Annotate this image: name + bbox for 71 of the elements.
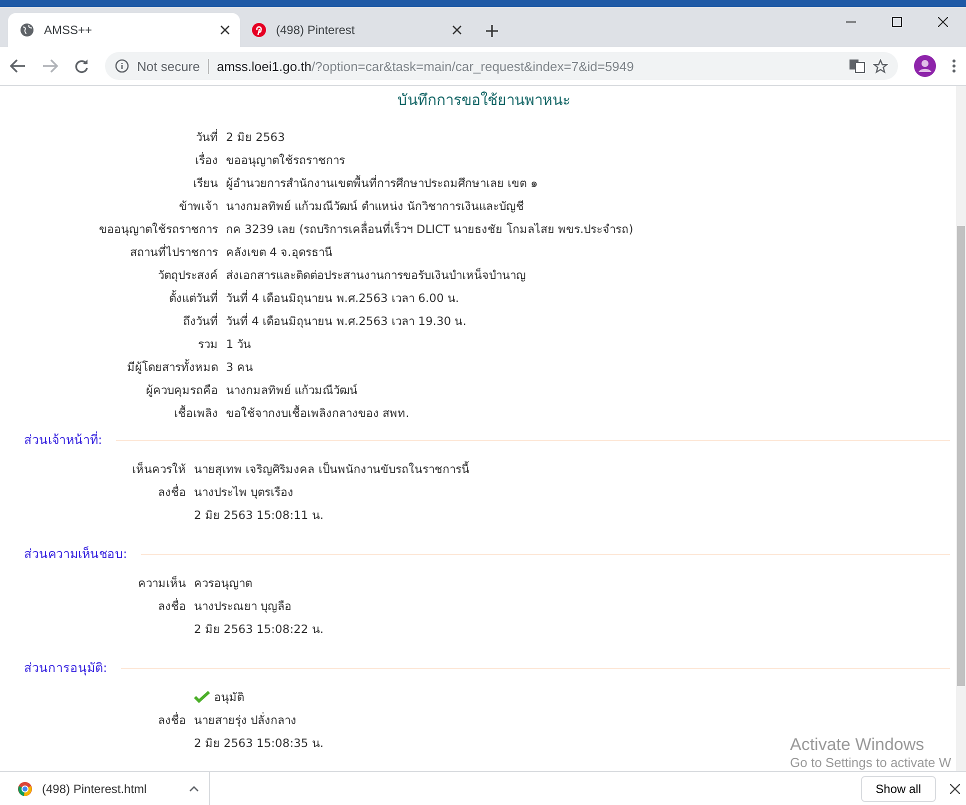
close-icon[interactable] bbox=[220, 25, 230, 35]
activation-title: Activate Windows bbox=[790, 735, 926, 755]
field-value: ควรอนุญาต bbox=[194, 575, 252, 592]
download-item[interactable]: (498) Pinterest.html bbox=[0, 772, 210, 805]
field-value: ผู้อำนวยการสำนักงานเขตพื้นที่การศึกษาประถมศึกษาเลย เขต ๑ bbox=[226, 174, 538, 192]
field-value: 1 วัน bbox=[226, 336, 251, 353]
caret-icon[interactable] bbox=[189, 786, 199, 792]
field-label: ขออนุญาตใช้รถราชการ bbox=[98, 221, 218, 238]
field-label: เรียน bbox=[192, 175, 218, 192]
field-value: คลังเขต 4 จ.อุดรธานี bbox=[226, 244, 332, 261]
field-label: ข้าพเจ้า bbox=[178, 198, 218, 215]
field-label: เห็นควรให้ bbox=[131, 460, 186, 478]
field-value: กค 3239 เลย (รถบริการเคลื่อนที่เร็วฯ DLICT นายธงชัย โกมลไสย พขร.ประจำรถ) bbox=[226, 220, 634, 238]
field-value: นางประณยา บุญลือ bbox=[194, 598, 292, 615]
field-value: ขอใช้จากงบเชื้อเพลิงกลางของ สพท. bbox=[226, 404, 410, 422]
section-heading: ส่วนการอนุมัติ: bbox=[23, 659, 108, 678]
field-label: ลงชื่อ bbox=[157, 711, 186, 729]
field-value: 3 คน bbox=[226, 359, 253, 376]
field-value: 2 มิย 2563 15:08:11 น. bbox=[194, 507, 324, 524]
field-label: มีผู้โดยสารทั้งหมด bbox=[126, 358, 218, 376]
field-value: 2 มิย 2563 bbox=[226, 129, 285, 146]
field-value: นางกมลทิพย์ แก้วมณีวัฒน์ ตำแหน่ง นักวิชาการเงินและบัญชี bbox=[226, 198, 524, 215]
menu-icon[interactable] bbox=[952, 59, 956, 73]
field-label: ผู้ควบคุมรถคือ bbox=[145, 382, 218, 399]
field-value: วันที่ 4 เดือนมิถุนายน พ.ศ.2563 เวลา 6.00 น. bbox=[226, 289, 460, 307]
field-value: นายสายรุ่ง ปลั่งกลาง bbox=[194, 711, 297, 729]
url-text: amss.loei1.go.th/?option=car&task=main/car_request&index=7&id=5949 bbox=[216, 58, 635, 74]
avatar-icon[interactable] bbox=[914, 55, 936, 77]
close-icon[interactable] bbox=[950, 784, 960, 794]
field-value: 2 มิย 2563 15:08:22 น. bbox=[194, 621, 324, 638]
translate-icon[interactable] bbox=[849, 59, 865, 73]
show-all-button[interactable]: Show all bbox=[860, 776, 936, 802]
activation-hint: Go to Settings to activate W bbox=[790, 755, 952, 770]
field-value: ส่งเอกสารและติดต่อประสานงานการขอรับเงินบำเหน็จบำนาญ bbox=[226, 266, 526, 284]
field-label: วัตถุประสงค์ bbox=[157, 267, 218, 284]
field-value: 2 มิย 2563 15:08:35 น. bbox=[194, 735, 324, 752]
globe-icon bbox=[20, 23, 34, 37]
browser-tab[interactable]: AMSS++ bbox=[8, 13, 240, 47]
field-value: นางประไพ บุตรเรือง bbox=[194, 484, 294, 501]
browser-tab[interactable]: (498) Pinterest bbox=[240, 13, 472, 47]
address-bar[interactable]: Not secure amss.loei1.go.th/?option=car&task=main/car_request&index=7&id=5949 bbox=[105, 52, 898, 80]
field-label: รวม bbox=[197, 336, 218, 353]
field-value: นางกมลทิพย์ แก้วมณีวัฒน์ bbox=[226, 382, 358, 399]
new-tab-icon[interactable] bbox=[486, 25, 498, 37]
scroll-thumb[interactable] bbox=[957, 226, 965, 686]
field-value: วันที่ 4 เดือนมิถุนายน พ.ศ.2563 เวลา 19.30 น. bbox=[226, 312, 466, 330]
download-filename: (498) Pinterest.html bbox=[42, 782, 148, 796]
field-label: ตั้งแต่วันที่ bbox=[168, 289, 218, 307]
approval-status: อนุมัติ bbox=[214, 689, 244, 706]
field-label: ลงชื่อ bbox=[157, 597, 186, 615]
field-label: ถึงวันที่ bbox=[182, 312, 218, 330]
info-icon bbox=[115, 59, 129, 73]
section-heading: ส่วนเจ้าหน้าที่: bbox=[23, 430, 104, 449]
field-label: เรื่อง bbox=[194, 151, 218, 169]
field-label: ลงชื่อ bbox=[157, 483, 186, 501]
field-label: เชื้อเพลิง bbox=[173, 404, 218, 422]
field-value: นายสุเทพ เจริญศิริมงคล เป็นพนักงานขับรถในราชการนี้ bbox=[194, 460, 470, 478]
close-icon[interactable] bbox=[452, 25, 462, 35]
page-title: บันทึกการขอใช้ยานพาหนะ bbox=[396, 90, 572, 111]
reload-icon[interactable] bbox=[74, 58, 89, 74]
field-label: วันที่ bbox=[195, 128, 218, 146]
pin-logo-icon bbox=[252, 23, 266, 37]
field-value: ขออนุญาตใช้รถราชการ bbox=[226, 152, 345, 169]
security-label: Not secure bbox=[137, 58, 209, 74]
chrome-icon bbox=[18, 782, 32, 796]
field-label: ความเห็น bbox=[137, 574, 186, 592]
section-heading: ส่วนความเห็นชอบ: bbox=[23, 545, 128, 563]
star-icon[interactable] bbox=[873, 58, 888, 74]
back-icon[interactable] bbox=[10, 59, 26, 73]
field-label: สถานที่ไปราชการ bbox=[129, 243, 218, 261]
check-icon bbox=[194, 691, 210, 703]
